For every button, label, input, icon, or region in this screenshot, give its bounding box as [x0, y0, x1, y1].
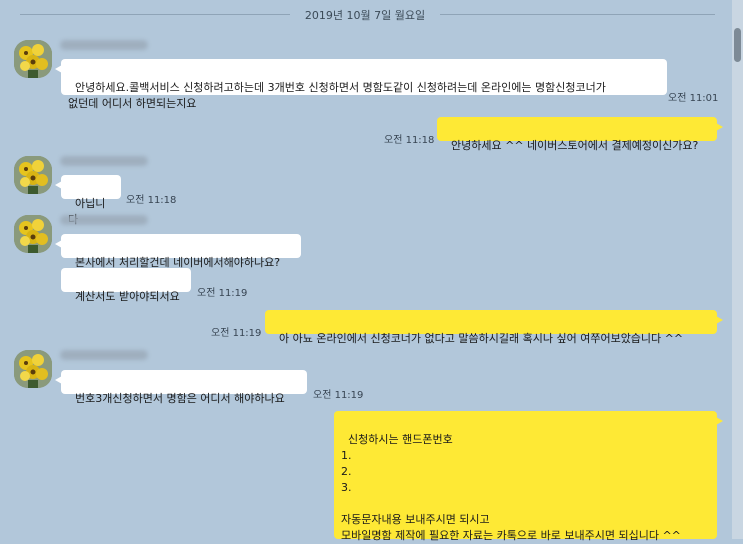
message-text: 아 아뇨 온라인에서 신청코너가 없다고 말씀하시길래 혹시나 싶어 여쭈어보았… — [279, 332, 684, 345]
message-text: 안녕하세요.콜백서비스 신청하려고하는데 3개번호 신청하면서 명함도같이 신청… — [68, 81, 606, 110]
scrollbar-thumb[interactable] — [734, 28, 741, 62]
message-timestamp: 오전 11:18 — [384, 135, 435, 146]
date-separator: 2019년 10월 7일 월요일 — [0, 6, 730, 22]
message-text: 안녕하세요 ^^ 네이버스토어에서 결제예정이신가요? — [451, 139, 699, 152]
message-bubble-left[interactable]: 계산서도 받아야되서요 — [61, 268, 191, 303]
message-bubble-left[interactable]: 본사에서 처리할건데 네이버에서해야하나요? — [55, 234, 301, 269]
message-text: 계산서도 받아야되서요 — [75, 290, 180, 303]
message-text: 신청하시는 핸드폰번호 1. 2. 3. 자동문자내용 보내주시면 되시고 모바… — [341, 433, 681, 542]
message-timestamp: 오전 11:01 — [668, 93, 719, 104]
message-bubble-right[interactable]: 아 아뇨 온라인에서 신청코너가 없다고 말씀하시길래 혹시나 싶어 여쭈어보았… — [265, 310, 723, 345]
sender-name-blurred — [60, 350, 148, 360]
message-bubble-left[interactable]: 번호3개신청하면서 명함은 어디서 해야하나요 — [55, 370, 307, 405]
sender-avatar[interactable] — [14, 156, 52, 194]
scrollbar[interactable] — [732, 0, 743, 539]
date-separator-label: 2019년 10월 7일 월요일 — [298, 9, 432, 22]
message-bubble-left[interactable]: 안녕하세요.콜백서비스 신청하려고하는데 3개번호 신청하면서 명함도같이 신청… — [55, 59, 667, 110]
message-timestamp: 오전 11:19 — [313, 390, 364, 401]
sender-avatar[interactable] — [14, 40, 52, 78]
sender-name-blurred — [60, 40, 148, 50]
sender-avatar[interactable] — [14, 215, 52, 253]
sender-name-blurred — [60, 215, 148, 225]
message-text: 번호3개신청하면서 명함은 어디서 해야하나요 — [75, 392, 285, 405]
sender-avatar[interactable] — [14, 350, 52, 388]
message-bubble-right[interactable]: 신청하시는 핸드폰번호 1. 2. 3. 자동문자내용 보내주시면 되시고 모바… — [334, 411, 723, 542]
message-bubble-left[interactable]: 아닙니다 — [55, 175, 121, 226]
message-timestamp: 오전 11:18 — [126, 195, 177, 206]
message-bubble-right[interactable]: 안녕하세요 ^^ 네이버스토어에서 결제예정이신가요? — [437, 117, 723, 152]
sender-name-blurred — [60, 156, 148, 166]
message-timestamp: 오전 11:19 — [211, 328, 262, 339]
message-timestamp: 오전 11:19 — [197, 288, 248, 299]
